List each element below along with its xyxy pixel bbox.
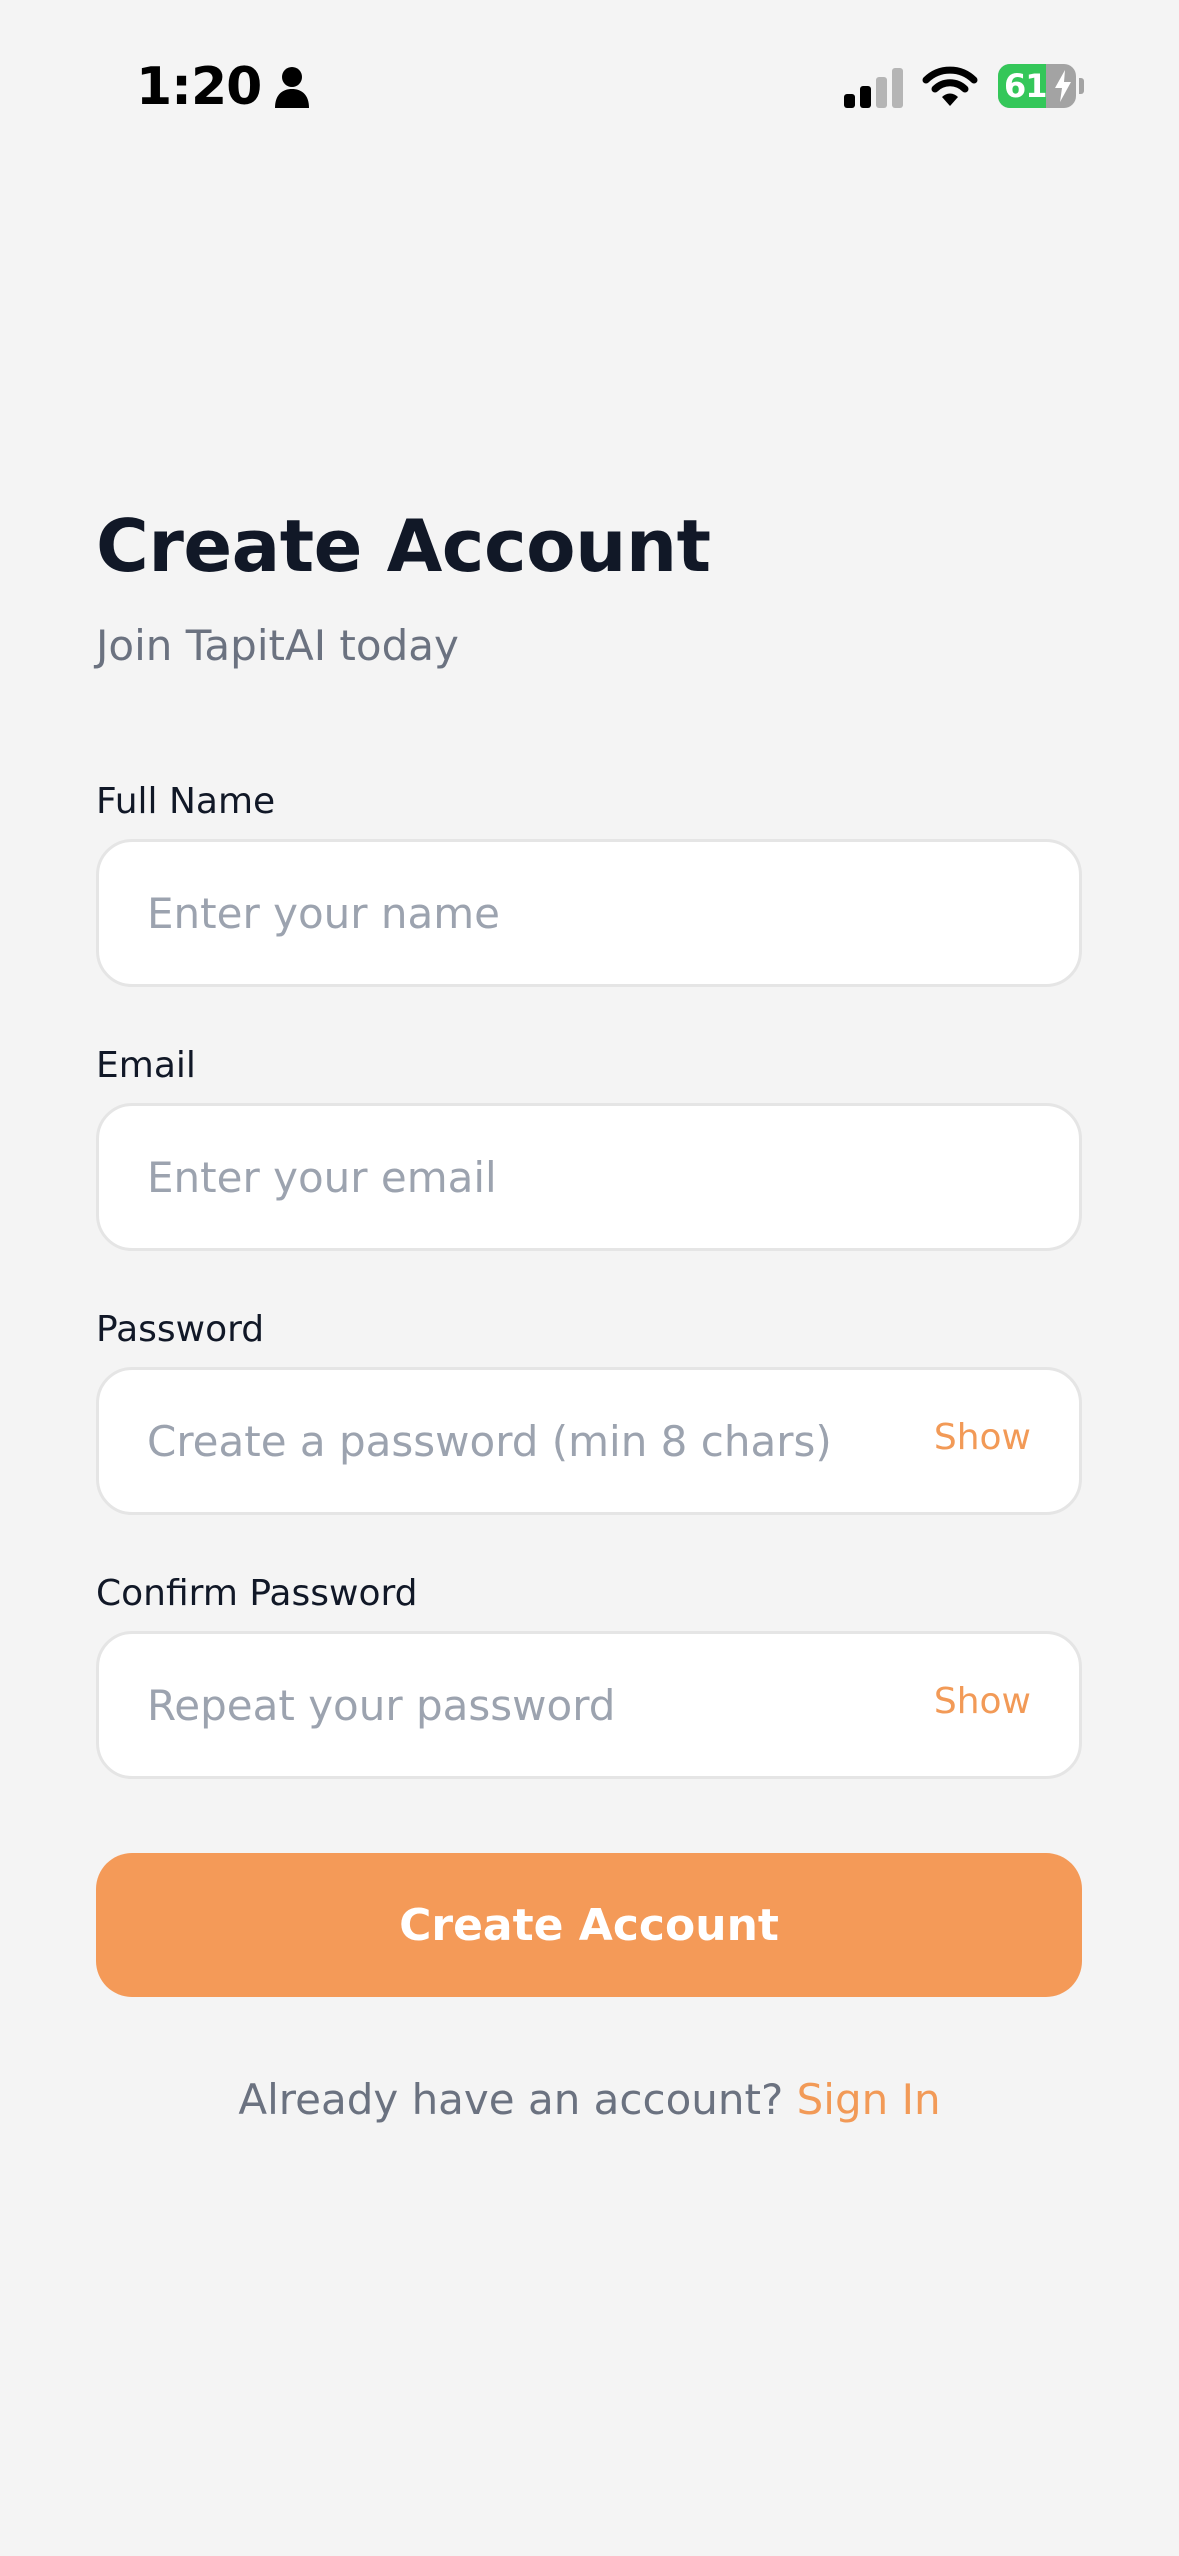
wifi-icon: [922, 66, 978, 108]
signin-prompt: Already have an account?: [238, 2075, 797, 2124]
person-icon: [273, 66, 311, 108]
full-name-field[interactable]: [96, 839, 1082, 987]
bolt-icon: [1054, 70, 1072, 102]
battery-cap: [1079, 78, 1084, 94]
signin-link[interactable]: Sign In: [797, 2075, 941, 2124]
password-label: Password: [96, 1309, 265, 1350]
email-field[interactable]: [96, 1103, 1082, 1251]
password-input[interactable]: [147, 1370, 887, 1512]
battery-level: 61: [1004, 67, 1048, 105]
create-account-button[interactable]: Create Account: [96, 1853, 1082, 1997]
confirm-password-show-toggle[interactable]: Show: [934, 1634, 1031, 1770]
page-subtitle: Join TapitAI today: [96, 621, 459, 670]
signin-row: Already have an account? Sign In: [0, 2070, 1179, 2130]
status-time-group: 1:20: [136, 52, 311, 122]
confirm-password-input[interactable]: [147, 1634, 887, 1776]
status-bar: 1:20 61: [0, 0, 1179, 175]
page-title: Create Account: [96, 504, 711, 588]
full-name-input[interactable]: [147, 842, 1007, 984]
password-field[interactable]: Show: [96, 1367, 1082, 1515]
full-name-label: Full Name: [96, 781, 276, 822]
status-time: 1:20: [136, 57, 262, 117]
email-input[interactable]: [147, 1106, 1007, 1248]
signal-icon: [842, 68, 904, 108]
confirm-password-label: Confirm Password: [96, 1573, 418, 1614]
password-show-toggle[interactable]: Show: [934, 1370, 1031, 1506]
email-label: Email: [96, 1045, 196, 1086]
battery-icon: 61: [998, 64, 1076, 108]
confirm-password-field[interactable]: Show: [96, 1631, 1082, 1779]
